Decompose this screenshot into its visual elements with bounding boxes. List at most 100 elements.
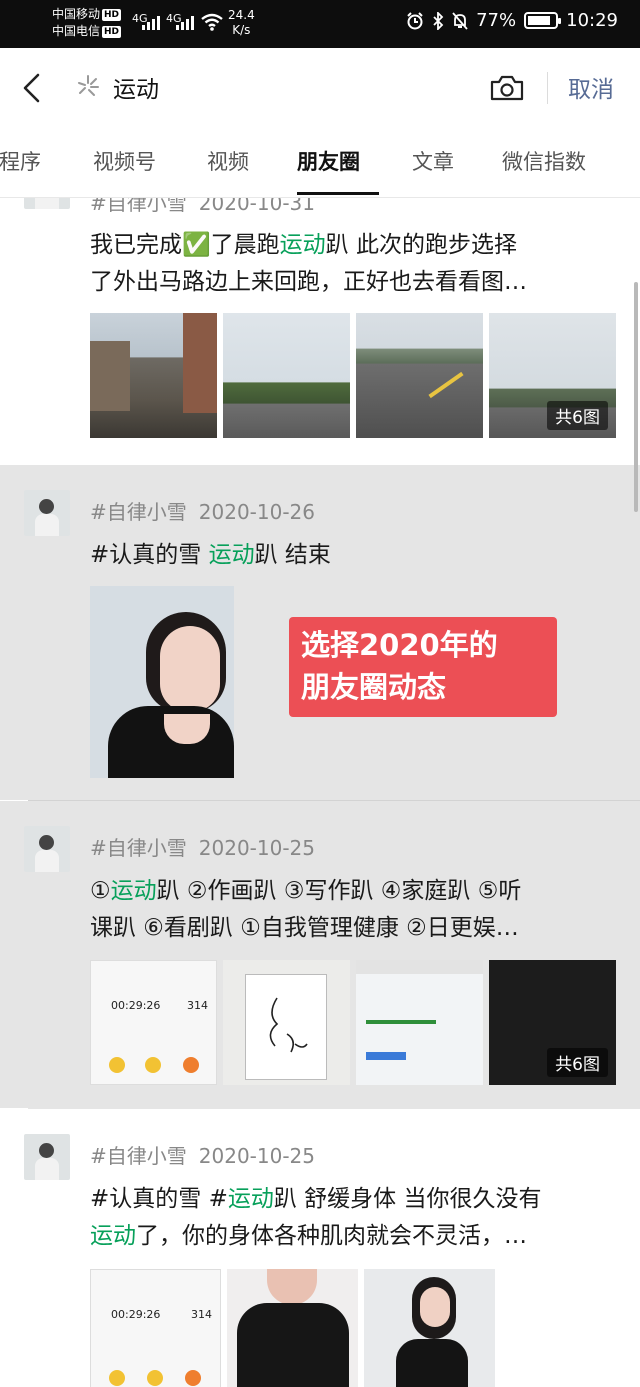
- tab-moments[interactable]: 朋友圈: [297, 146, 360, 176]
- text-line: 课趴 ⑥看剧趴 ①自我管理健康 ②日更娱…: [90, 915, 519, 941]
- moment-post[interactable]: #自律小雪 2020-10-25 #认真的雪 #运动趴 舒缓身体 当你很久没有 运…: [0, 1109, 640, 1387]
- header-divider: [547, 72, 548, 104]
- avatar[interactable]: [24, 1134, 70, 1180]
- check-emoji-icon: ✅: [182, 232, 211, 258]
- annotation-line: 选择2020年的: [301, 628, 498, 662]
- post-text: #认真的雪 #运动趴 舒缓身体 当你很久没有 运动了，你的身体各种肌肉就会不灵活…: [90, 1181, 620, 1255]
- tab-articles[interactable]: 文章: [412, 146, 454, 176]
- photo-thumbnail[interactable]: [356, 313, 483, 438]
- avatar[interactable]: [24, 198, 70, 209]
- post-meta: #自律小雪 2020-10-25: [90, 1140, 315, 1169]
- text-segment: #认真的雪 #: [90, 1186, 228, 1212]
- text-segment: 趴 ②作画趴 ③写作趴 ④家庭趴 ⑤听: [156, 878, 522, 904]
- text-line: 了外出马路边上来回跑，正好也去看看图…: [90, 269, 527, 295]
- post-text: ①运动趴 ②作画趴 ③写作趴 ④家庭趴 ⑤听 课趴 ⑥看剧趴 ①自我管理健康 ②…: [90, 873, 620, 947]
- post-date: 2020-10-31: [198, 198, 315, 215]
- text-segment: 趴 舒缓身体 当你很久没有: [273, 1186, 542, 1212]
- text-segment: 了晨跑: [210, 232, 280, 258]
- wifi-icon: [201, 13, 223, 31]
- camera-icon[interactable]: [489, 74, 525, 102]
- battery-percent: 77%: [476, 10, 517, 31]
- annotation-line: 朋友圈动态: [301, 670, 447, 704]
- photo-thumbnail[interactable]: [227, 1269, 358, 1387]
- keyword-highlight: 运动: [279, 232, 326, 258]
- photo-thumbnail[interactable]: 00:29:26 314: [90, 1269, 221, 1387]
- keyword-highlight: 运动: [208, 542, 255, 568]
- hd-badge: HD: [102, 9, 122, 21]
- image-grid: 00:29:26 314 共6图: [90, 960, 616, 1085]
- category-tabs: 小程序 视频号 视频 朋友圈 文章 微信指数: [0, 128, 640, 198]
- photo-thumbnail[interactable]: [364, 1269, 495, 1387]
- text-segment: 趴 结束: [254, 542, 331, 568]
- post-author: #自律小雪: [90, 198, 187, 215]
- search-input[interactable]: 运动: [113, 70, 159, 104]
- photo-thumbnail[interactable]: [356, 960, 483, 1085]
- post-meta: #自律小雪 2020-10-25: [90, 832, 315, 861]
- alarm-icon: [407, 11, 423, 29]
- moment-post[interactable]: #自律小雪 2020-10-31 我已完成✅了晨跑运动趴 此次的跑步选择 了外出马…: [0, 198, 640, 463]
- network-speed: 24.4 K/s: [228, 8, 255, 38]
- avatar[interactable]: [24, 826, 70, 872]
- image-count-badge: 共6图: [547, 1048, 608, 1077]
- tab-channels[interactable]: 视频号: [93, 146, 156, 176]
- battery-icon: [524, 12, 562, 29]
- thumb-value: 314: [191, 1308, 212, 1321]
- speed-value: 24.4: [228, 8, 255, 22]
- post-date: 2020-10-25: [198, 1144, 315, 1168]
- speed-unit: K/s: [232, 23, 251, 37]
- thumb-value: 314: [187, 999, 208, 1012]
- signal-icon: [176, 14, 194, 30]
- post-text: 我已完成✅了晨跑运动趴 此次的跑步选择 了外出马路边上来回跑，正好也去看看图…: [90, 227, 620, 301]
- post-date: 2020-10-26: [198, 500, 315, 524]
- image-grid: 共6图: [90, 313, 616, 438]
- active-tab-indicator: [297, 192, 379, 195]
- scrollbar[interactable]: [634, 282, 638, 512]
- post-author: #自律小雪: [90, 1144, 187, 1168]
- mute-bell-icon: [452, 11, 468, 30]
- post-meta: #自律小雪 2020-10-26: [90, 496, 315, 525]
- post-author: #自律小雪: [90, 500, 187, 524]
- carrier-2: 中国电信: [52, 24, 101, 38]
- post-meta: #自律小雪 2020-10-31: [90, 198, 315, 216]
- annotation-label: 选择2020年的 朋友圈动态: [289, 617, 557, 717]
- status-right: 77% 10:29: [406, 10, 618, 31]
- post-text: #认真的雪 运动趴 结束: [90, 537, 620, 574]
- image-grid: 00:29:26 314: [90, 1269, 495, 1387]
- image-count-badge: 共6图: [547, 401, 608, 430]
- post-date: 2020-10-25: [198, 836, 315, 860]
- keyword-highlight: 运动: [227, 1186, 274, 1212]
- cancel-button[interactable]: 取消: [568, 70, 614, 104]
- text-segment: 我已完成: [90, 232, 182, 258]
- thumb-time: 00:29:26: [111, 1308, 161, 1321]
- tab-mini-programs[interactable]: 小程序: [0, 146, 41, 176]
- carrier-1: 中国移动: [52, 7, 101, 21]
- signal-icon: [142, 14, 160, 30]
- keyword-highlight: 运动: [90, 1223, 136, 1249]
- status-bar: 中国移动 HD 中国电信 HD 4G 4G 24.4 K/s 77% 10:29: [0, 0, 640, 48]
- moments-icon: [78, 75, 99, 96]
- search-header: 运动 取消: [0, 48, 640, 128]
- text-segment: #认真的雪: [90, 542, 209, 568]
- photo-thumbnail[interactable]: [90, 313, 217, 438]
- post-author: #自律小雪: [90, 836, 187, 860]
- hd-badge: HD: [102, 26, 122, 38]
- carrier-info: 中国移动 HD 中国电信 HD: [52, 6, 122, 40]
- thumb-time: 00:29:26: [111, 999, 161, 1012]
- photo-thumbnail[interactable]: 00:29:26 314: [90, 960, 217, 1085]
- text-segment: ①: [90, 878, 111, 904]
- tab-wechat-index[interactable]: 微信指数: [502, 146, 586, 176]
- avatar[interactable]: [24, 490, 70, 536]
- bluetooth-icon: [433, 11, 444, 30]
- text-segment: 了，你的身体各种肌肉就会不灵活，…: [136, 1223, 527, 1249]
- photo-thumbnail[interactable]: 共6图: [489, 960, 616, 1085]
- moment-post[interactable]: #自律小雪 2020-10-25 ①运动趴 ②作画趴 ③写作趴 ④家庭趴 ⑤听 课…: [0, 801, 640, 1108]
- photo-thumbnail[interactable]: 共6图: [489, 313, 616, 438]
- photo-thumbnail[interactable]: [90, 586, 234, 778]
- tab-videos[interactable]: 视频: [207, 146, 249, 176]
- text-segment: 趴 此次的跑步选择: [325, 232, 517, 258]
- photo-thumbnail[interactable]: [223, 960, 350, 1085]
- back-arrow-icon[interactable]: [18, 72, 48, 104]
- results-feed[interactable]: #自律小雪 2020-10-31 我已完成✅了晨跑运动趴 此次的跑步选择 了外出马…: [0, 198, 640, 1387]
- photo-thumbnail[interactable]: [223, 313, 350, 438]
- keyword-highlight: 运动: [110, 878, 157, 904]
